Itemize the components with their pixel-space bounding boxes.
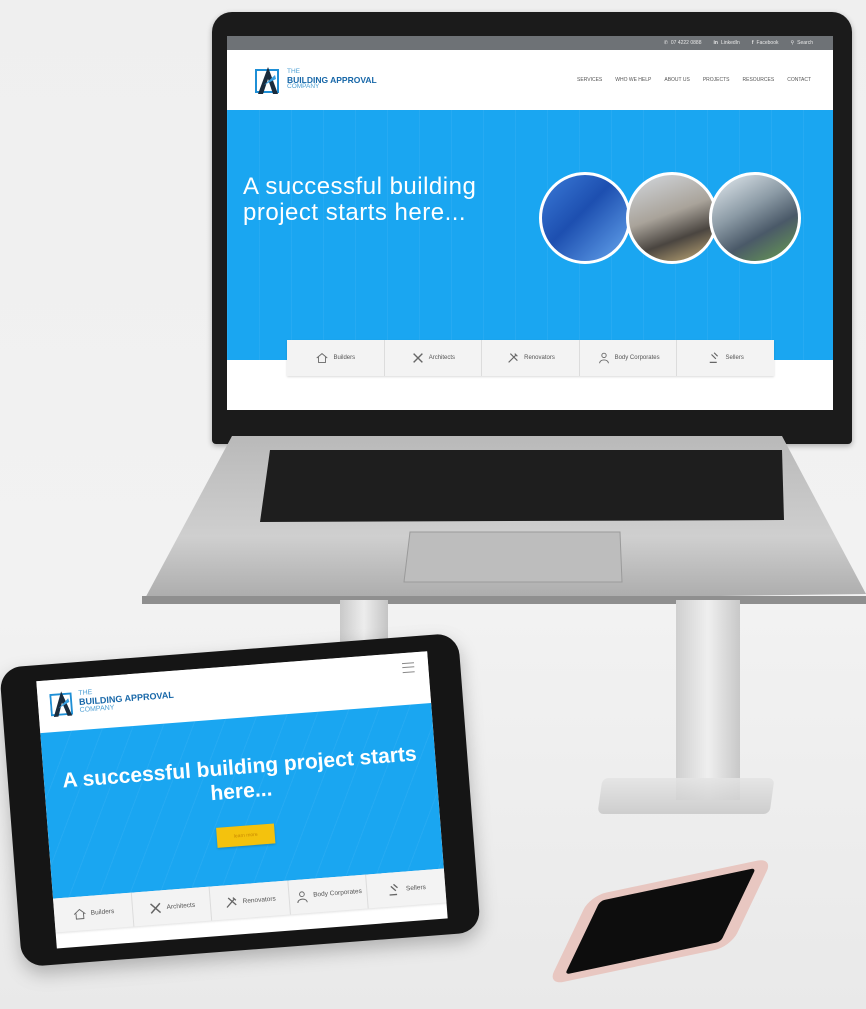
house-icon [316,353,328,363]
logo-mark-icon [255,67,279,94]
group-icon [598,352,609,364]
category-label: Sellers [405,883,427,893]
linkedin-label: LinkedIn [720,40,740,46]
nav-resources[interactable]: RESOURCES [743,77,775,83]
category-sellers[interactable]: Sellers [366,869,446,909]
hero-banner: A successful building project starts her… [227,110,833,360]
phone-number: 07 4222 0888 [670,40,702,46]
tablet-hero: A successful building project starts her… [40,703,444,899]
tablet-device: THE BUILDING APPROVAL COMPANY A successf… [0,632,481,968]
laptop-stand-arm-right [676,600,740,800]
nav-services[interactable]: SERVICES [577,77,602,83]
category-label: Architects [428,355,456,361]
search-icon: ⚲ [790,40,795,46]
tablet-screen: THE BUILDING APPROVAL COMPANY A successf… [36,651,448,949]
hamburger-menu-icon[interactable] [401,662,415,674]
project-photo-3 [709,172,801,264]
laptop-keyboard-deck [142,436,866,604]
gavel-icon [389,883,398,896]
wrench-hammer-icon [508,353,518,363]
tablet-logo[interactable]: THE BUILDING APPROVAL COMPANY [49,681,175,718]
project-photo-2 [626,172,718,264]
phone-screen [564,867,756,975]
gavel-icon [709,352,718,363]
category-architects[interactable]: Architects [131,886,213,927]
topbar-linkedin[interactable]: in LinkedIn [713,40,739,46]
category-body-corporates[interactable]: Body Corporates [580,340,678,376]
nav-who-we-help[interactable]: WHO WE HELP [615,77,651,83]
nav-contact[interactable]: CONTACT [787,77,811,83]
laptop-stand-foot [597,778,775,814]
topbar-search[interactable]: ⚲ Search [790,40,813,46]
site-logo[interactable]: THE BUILDING APPROVAL COMPANY [255,65,377,95]
category-body-corporates[interactable]: Body Corporates [288,874,370,915]
category-label: Body Corporates [312,887,363,899]
group-icon [297,890,308,903]
top-utility-bar: ✆ 07 4222 0888 in LinkedIn f Facebook ⚲ Sear… [227,36,833,50]
phone-body [547,857,774,986]
category-builders[interactable]: Builders [287,340,385,376]
search-label: Search [797,40,813,46]
tools-cross-icon [412,353,423,363]
category-architects[interactable]: Architects [385,340,483,376]
audience-category-bar: Builders Architects Renovators Body Corp… [287,340,774,376]
wrench-hammer-icon [226,896,237,908]
main-nav: SERVICES WHO WE HELP ABOUT US PROJECTS R… [577,77,811,83]
nav-projects[interactable]: PROJECTS [703,77,730,83]
logo-line-3: COMPANY [287,83,320,91]
category-label: Renovators [242,895,277,905]
category-renovators[interactable]: Renovators [482,340,580,376]
site-header: THE BUILDING APPROVAL COMPANY SERVICES W… [227,50,833,110]
facebook-label: Facebook [756,40,779,46]
topbar-facebook[interactable]: f Facebook [752,40,779,46]
nav-about-us[interactable]: ABOUT US [664,77,689,83]
category-label: Sellers [725,355,744,361]
house-icon [73,908,86,920]
facebook-icon: f [751,40,754,46]
category-label: Renovators [524,355,555,361]
category-label: Builders [90,907,115,917]
laptop-screen: ✆ 07 4222 0888 in LinkedIn f Facebook ⚲ Sear… [227,36,833,410]
tools-cross-icon [149,902,161,914]
category-renovators[interactable]: Renovators [209,880,291,921]
category-label: Architects [166,901,196,911]
category-sellers[interactable]: Sellers [677,340,774,376]
project-photo-1 [539,172,631,264]
smartphone [540,836,866,1001]
category-label: Body Corporates [614,355,660,361]
category-label: Builders [333,355,356,361]
phone-icon: ✆ [663,40,668,46]
logo-mark-icon [49,691,74,717]
linkedin-icon: in [713,40,718,46]
hero-title: A successful building project starts her… [243,173,477,227]
topbar-phone[interactable]: ✆ 07 4222 0888 [664,40,702,46]
category-builders[interactable]: Builders [53,892,134,933]
